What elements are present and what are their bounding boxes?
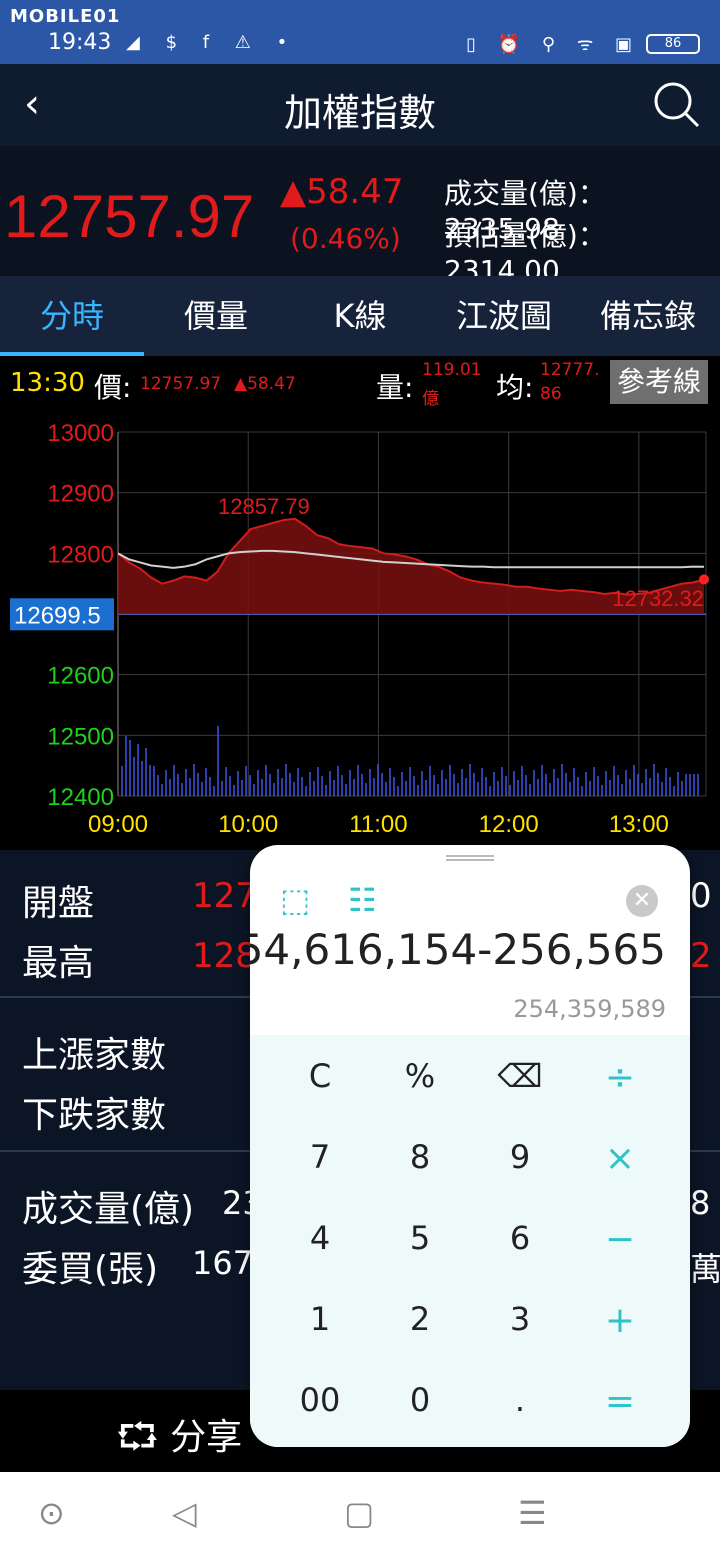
calc-key-backspace[interactable]: ⌫ — [470, 1057, 570, 1095]
x-tick-label: 13:00 — [609, 811, 669, 838]
calc-key-4[interactable]: 4 — [270, 1219, 370, 1257]
bid-label: 委買(張) — [22, 1249, 159, 1290]
info-vol-a: 119.01 — [422, 360, 482, 380]
intraday-chart: 1300012900128001270012600125001240009:00… — [0, 410, 720, 850]
app-bar: ‹ 加權指數 — [0, 64, 720, 146]
calc-key-1[interactable]: 1 — [270, 1300, 370, 1338]
share-icon: ⮔ — [116, 1417, 159, 1458]
calc-key-6[interactable]: 6 — [470, 1219, 570, 1257]
close-icon[interactable]: ✕ — [626, 885, 658, 917]
reference-label: 12699.5 — [14, 602, 101, 629]
y-tick-label: 12400 — [47, 784, 114, 811]
info-price-label: 價: — [94, 371, 132, 404]
index-change: ▲58.47 — [280, 172, 404, 212]
status-brand: MOBILE01 — [10, 6, 121, 27]
index-price: 12757.97 — [4, 183, 255, 250]
share-button[interactable]: ⮔ 分享 — [116, 1408, 242, 1472]
info-price: 12757.97 — [140, 374, 222, 394]
nav-home-icon[interactable]: ▢ — [344, 1494, 374, 1532]
right-value-3: 8 — [690, 1184, 711, 1222]
info-avg-label: 均: — [496, 371, 534, 404]
info-vol-b: 億 — [422, 389, 439, 409]
info-avg-b: 86 — [540, 384, 562, 404]
notification-icons: ◢ $ f ⚠ • — [126, 32, 298, 53]
calc-key-multiply[interactable]: × — [570, 1138, 670, 1179]
calc-key-minus[interactable]: − — [570, 1219, 670, 1260]
drag-handle[interactable] — [446, 855, 494, 861]
calc-key-9[interactable]: 9 — [470, 1138, 570, 1176]
y-tick-label: 13000 — [47, 420, 114, 447]
nav-assistant-icon[interactable]: ⊙ — [38, 1494, 65, 1532]
chart-info-bar: 13:30 價: 12757.97 ▲58.47 量: 119.01 億 均: … — [0, 356, 720, 410]
calc-key-7[interactable]: 7 — [270, 1138, 370, 1176]
tab-wave[interactable]: 江波圖 — [432, 276, 576, 356]
y-tick-label: 12600 — [47, 663, 114, 690]
tab-memo[interactable]: 備忘錄 — [576, 276, 720, 356]
x-tick-label: 12:00 — [479, 811, 539, 838]
y-tick-label: 12900 — [47, 481, 114, 508]
chart-svg: 1300012900128001270012600125001240009:00… — [10, 420, 709, 838]
volume-label: 成交量(億) — [22, 1189, 195, 1230]
tab-bar: 分時 價量 K線 江波圖 備忘錄 — [0, 276, 720, 356]
calc-key-0[interactable]: 0 — [370, 1381, 470, 1419]
calc-key-3[interactable]: 3 — [470, 1300, 570, 1338]
calculator-popup: ⬚ ☷ ✕ 54,616,154-256,565 254,359,589 C% ⌫… — [250, 845, 690, 1447]
settings-sliders-icon[interactable]: ☷ — [348, 881, 377, 919]
quote-panel: 12757.97 ▲58.47 (0.46%) 成交量(億)：2335.98 預… — [0, 146, 720, 287]
system-nav-bar: ⊙ ◁ ▢ ☰ — [0, 1472, 720, 1560]
last-price-dot — [699, 574, 709, 585]
x-tick-label: 10:00 — [218, 811, 278, 838]
search-icon[interactable] — [652, 80, 702, 130]
calc-expression: 54,616,154-256,565 — [250, 925, 666, 974]
battery-icon: 86 — [646, 34, 700, 54]
calc-keypad: C% ⌫ ÷ 7 8 9 × 4 5 6− 1 2 3 +00 0. = — [250, 1035, 690, 1447]
tab-price-volume[interactable]: 價量 — [144, 276, 288, 356]
share-label: 分享 — [170, 1417, 243, 1458]
calc-key-decimal[interactable]: . — [470, 1381, 570, 1419]
info-change: ▲58.47 — [234, 374, 296, 394]
page-title: 加權指數 — [283, 91, 436, 135]
tab-kline[interactable]: K線 — [288, 276, 432, 356]
y-tick-label: 12500 — [47, 723, 114, 750]
x-tick-label: 11:00 — [349, 811, 407, 838]
calc-key-8[interactable]: 8 — [370, 1138, 470, 1176]
right-value-4: 萬 — [690, 1250, 720, 1288]
reference-line-button[interactable]: 參考線 — [610, 360, 708, 404]
last-price-label: 12732.32 — [612, 586, 704, 611]
high-label: 最高 — [22, 943, 95, 984]
index-change-pct: (0.46%) — [290, 222, 401, 255]
calc-key-divide[interactable]: ÷ — [570, 1057, 670, 1098]
info-time: 13:30 — [10, 368, 85, 398]
info-avg-a: 12777. — [540, 360, 600, 380]
right-value-1: 0 — [690, 876, 712, 916]
float-window-icon[interactable]: ⬚ — [280, 881, 310, 919]
up-count-label: 上漲家數 — [22, 1035, 167, 1076]
info-vol-label: 量: — [376, 371, 414, 404]
tab-intraday[interactable]: 分時 — [0, 276, 144, 356]
calc-key-clear[interactable]: C — [270, 1057, 370, 1095]
nav-back-icon[interactable]: ◁ — [172, 1494, 197, 1532]
calc-key-equals[interactable]: = — [570, 1381, 670, 1422]
right-value-2: 2 — [690, 936, 712, 976]
calc-key-2[interactable]: 2 — [370, 1300, 470, 1338]
status-bar: MOBILE01 19:43 ◢ $ f ⚠ • ▯ ⏰ ⚲ ᯤ ▣ 86 — [0, 0, 720, 64]
calc-key-00[interactable]: 00 — [270, 1381, 370, 1419]
high-value: 128 — [192, 936, 257, 976]
x-tick-label: 09:00 — [88, 811, 148, 838]
calc-result: 254,359,589 — [513, 995, 666, 1023]
system-icons: ▯ ⏰ ⚲ ᯤ ▣ — [466, 34, 640, 55]
calc-key-plus[interactable]: + — [570, 1300, 670, 1341]
open-value: 127 — [192, 876, 257, 916]
calc-key-percent[interactable]: % — [370, 1057, 470, 1095]
down-count-label: 下跌家數 — [22, 1095, 167, 1136]
nav-menu-icon[interactable]: ☰ — [518, 1494, 547, 1532]
high-price-label: 12857.79 — [218, 494, 310, 519]
open-label: 開盤 — [22, 883, 95, 924]
y-tick-label: 12800 — [47, 541, 114, 568]
calc-key-5[interactable]: 5 — [370, 1219, 470, 1257]
status-time: 19:43 — [48, 30, 112, 55]
